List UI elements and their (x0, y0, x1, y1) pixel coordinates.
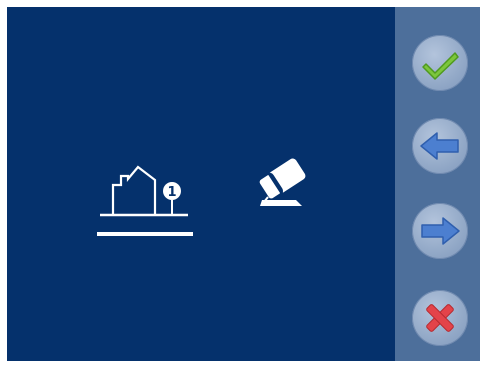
confirm-button[interactable] (412, 35, 468, 91)
eraser-option[interactable] (252, 154, 312, 219)
x-icon (426, 304, 454, 332)
device-screen: 1 (7, 7, 480, 361)
arrow-right-icon (421, 217, 460, 245)
eraser-icon (257, 158, 306, 206)
house-icon: 1 (100, 165, 188, 217)
previous-button[interactable] (412, 118, 468, 174)
main-panel: 1 (7, 7, 395, 361)
cancel-button[interactable] (412, 290, 468, 346)
selection-indicator (97, 232, 193, 236)
next-button[interactable] (412, 203, 468, 259)
arrow-left-icon (420, 132, 459, 160)
check-icon (422, 52, 459, 80)
house-option[interactable]: 1 (97, 154, 197, 236)
side-toolbar (395, 7, 480, 361)
house-badge: 1 (167, 185, 176, 200)
